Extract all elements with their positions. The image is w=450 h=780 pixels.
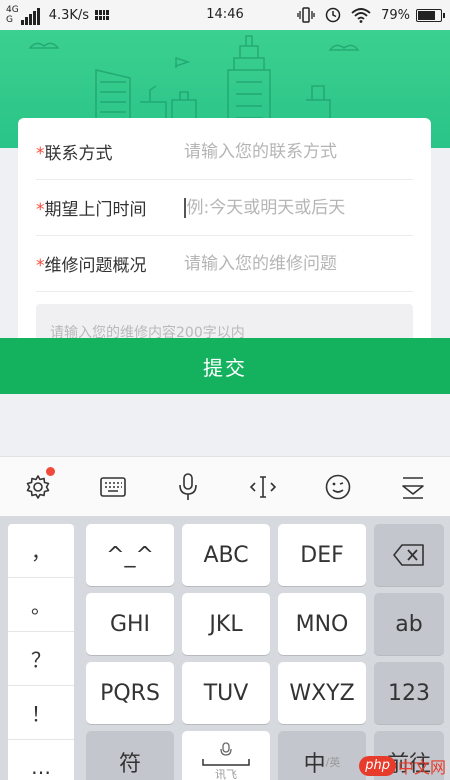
symbol-key-period[interactable]: 。 [8,578,74,632]
network-speed: 4.3K/s [48,7,90,23]
contact-label: *联系方式 [36,139,184,164]
space-hint: 讯飞 [215,768,237,780]
issue-row: *维修问题概况 [36,236,413,292]
key-ab[interactable]: ab [374,593,444,655]
network-type: 4G G [6,5,19,25]
emoji-icon [325,474,350,499]
space-mic-icon [220,742,232,756]
contact-row: *联系方式 [36,124,413,180]
battery-icon [416,8,445,22]
ime-keyboard-button[interactable] [75,457,150,517]
key-ghi[interactable]: GHI [86,593,174,655]
collapse-keyboard-icon [401,476,424,499]
gear-icon [26,474,49,499]
battery-percent: 79% [381,7,410,23]
issue-label-text: 维修问题概况 [44,256,147,276]
network-type-4g: 4G [6,5,19,15]
space-bar-icon [202,759,250,766]
issue-label: *维修问题概况 [36,251,184,276]
key-emoticon[interactable]: ^_^ [86,524,174,586]
battery-fill [418,10,436,20]
required-mark: * [36,144,45,164]
keyboard-icon [99,476,126,497]
key-jkl[interactable]: JKL [182,593,270,655]
lang-main: 中 [303,752,326,777]
key-wxyz[interactable]: WXYZ [278,662,366,724]
watermark-logo: php [359,756,396,776]
status-bar: 4G G 4.3K/s 14:46 79% [0,0,450,30]
cursor-move-icon [249,475,276,498]
repair-form-card: *联系方式 *期望上门时间 *维修问题概况 请输入您的维修内容200字以内 [18,118,431,348]
key-pqrs[interactable]: PQRS [86,662,174,724]
visit-time-label: *期望上门时间 [36,195,184,220]
visit-time-input[interactable] [186,197,413,218]
contact-input[interactable] [184,141,413,162]
contact-label-text: 联系方式 [44,144,113,164]
ime-voice-button[interactable] [150,457,225,517]
site-watermark: php 中文网 [359,754,446,778]
notification-dot [46,466,55,476]
visit-time-row: *期望上门时间 [36,180,413,236]
symbol-column: ， 。 ？ ！ … [8,524,74,780]
lang-sub: /英 [325,756,341,769]
wifi-icon [351,8,371,23]
vibrate-icon [297,7,315,23]
microphone-icon [178,472,197,500]
network-type-g: G [6,15,13,25]
issue-input[interactable] [184,253,413,274]
t9-keyboard: ， 。 ？ ！ … ^_^ ABC DEF GHI JKL MNO ab PQR… [0,516,450,780]
lang-switch-key[interactable]: 中/英 [278,731,366,780]
ime-emoji-button[interactable] [300,457,375,517]
submit-button[interactable]: 提交 [0,338,450,394]
backspace-button[interactable] [374,524,444,586]
symbol-key-exclamation[interactable]: ！ [8,686,74,740]
signal-icon [20,5,41,25]
key-123[interactable]: 123 [374,662,444,724]
required-mark: * [36,256,45,276]
key-mno[interactable]: MNO [278,593,366,655]
symbol-key-question[interactable]: ？ [8,632,74,686]
ime-toolbar [0,456,450,516]
text-cursor [184,197,186,218]
key-tuv[interactable]: TUV [182,662,270,724]
ime-collapse-button[interactable] [375,457,450,517]
clock-alarm-icon [325,7,341,23]
symbol-key-comma[interactable]: ， [8,524,74,578]
key-symbols[interactable]: 符 [86,731,174,780]
key-abc[interactable]: ABC [182,524,270,586]
watermark-text: 中文网 [397,758,446,777]
required-mark: * [36,200,45,220]
grid-icon [95,10,110,20]
space-key[interactable]: 讯飞 [182,731,270,780]
key-def[interactable]: DEF [278,524,366,586]
symbol-key-ellipsis[interactable]: … [8,740,74,780]
visit-time-label-text: 期望上门时间 [44,200,147,220]
ime-settings-button[interactable] [0,457,75,517]
ime-cursor-button[interactable] [225,457,300,517]
backspace-icon [393,544,424,566]
